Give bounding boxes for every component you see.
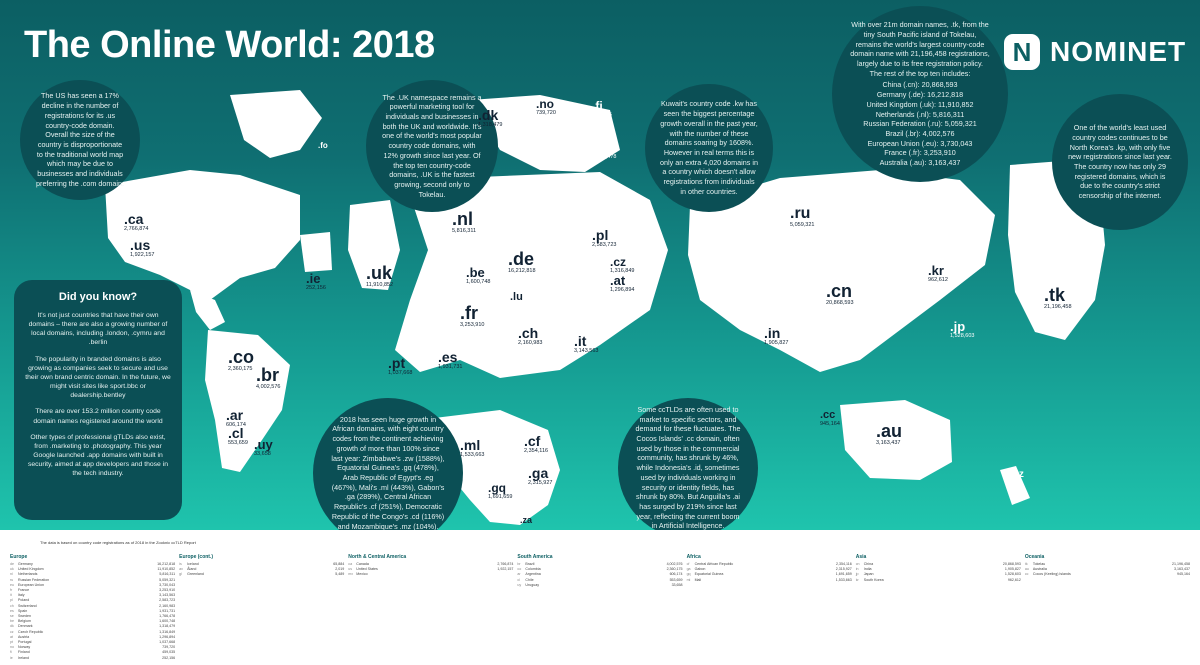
- table-column-heading: South America: [517, 554, 553, 560]
- table-column-heading: Asia: [855, 554, 867, 560]
- brand-name: NOMINET: [1050, 36, 1187, 67]
- table-row: cc Cocos (Keeling) Islands 945,164: [1025, 572, 1190, 577]
- table-cell: Mexico: [356, 572, 368, 577]
- table-column-heading: North & Central America: [348, 554, 407, 560]
- table-cell: ml: [686, 577, 691, 582]
- top-ten-item: Russian Federation (.ru): 5,059,321: [863, 119, 977, 129]
- table-column: North & Central America ca Canada 2,766,874…: [348, 554, 513, 662]
- table-column-heading: Oceania: [1024, 554, 1045, 560]
- page-title: The Online World: 2018: [24, 24, 435, 66]
- bubble-us-info: The US has seen a 17% decline in the num…: [20, 80, 140, 200]
- top-ten-item: Australia (.au): 3,163,437: [879, 158, 961, 168]
- bubble-uk-info: The .UK namespace remains a powerful mar…: [366, 80, 498, 212]
- table-column-heading: Africa: [686, 554, 701, 560]
- nominet-logo: N NOMINET: [1004, 34, 1186, 70]
- table-column-heading: Europe (cont.): [179, 554, 214, 560]
- table-cell: Mali: [694, 577, 702, 582]
- landmass-uk: [348, 200, 400, 290]
- landmass-new-zealand: [1000, 466, 1030, 505]
- table-cell: ie: [10, 655, 13, 660]
- table-cell: Ireland: [18, 655, 29, 660]
- map-poster: The Online World: 2018 N NOMINET The US …: [0, 0, 1200, 530]
- table-column: Europe de Germany 16,212,818 uk United Kingdo…: [10, 554, 175, 662]
- bubble-tk-info: With over 21m domain names, .tk, from th…: [832, 6, 1008, 182]
- top-ten-item: China (.cn): 20,868,593: [882, 80, 958, 90]
- did-you-know-paragraph: It's not just countries that have their …: [28, 311, 168, 347]
- landmass-greenland: [230, 90, 322, 158]
- table-column: Europe (cont.) is Iceland 65,884 ax Åland 2,01…: [179, 554, 344, 662]
- top-ten-item: European Union (.eu): 3,730,043: [867, 138, 973, 148]
- landmass-australia: [840, 400, 952, 480]
- table-column: Africa cf Central African Republic 2,354,11…: [687, 554, 852, 662]
- footnote: The data is based on country code regist…: [40, 540, 196, 545]
- table-cell: gl: [179, 572, 182, 577]
- table-cell: kr: [855, 577, 859, 582]
- table-column: South America br Brazil 4,002,576 co Colombia…: [517, 554, 682, 662]
- table-cell: 33,658: [671, 582, 683, 587]
- table-cell: [487, 572, 513, 577]
- bubble-cc-info: Some ccTLDs are often used to market to …: [618, 398, 758, 530]
- bubble-kw-info: Kuwait's country code .kw has seen the b…: [645, 84, 773, 212]
- bubble-africa-info: 2018 has seen huge growth in African dom…: [313, 398, 463, 530]
- table-row: ml Mali 1,533,663: [687, 578, 852, 583]
- table-cell: Greenland: [187, 572, 204, 577]
- landmass-south-america: [205, 330, 290, 472]
- table-row: gl Greenland 5,489: [179, 572, 344, 577]
- table-cell: 5,489: [335, 572, 345, 577]
- top-ten-item: United Kingdom (.uk): 11,910,852: [866, 99, 974, 109]
- table-cell: South Korea: [863, 577, 884, 582]
- top-ten-item: Netherlands (.nl): 5,816,311: [875, 109, 965, 119]
- table-column: Oceania tk Tokelau 21,196,458 au Australia 3,1…: [1025, 554, 1190, 662]
- landmass-ireland: [300, 232, 332, 272]
- table-column: Asia cn China 20,868,593 in India 1,905,827 jp J…: [856, 554, 1021, 662]
- table-cell: uy: [517, 582, 522, 587]
- table-cell: 1,533,663: [835, 577, 852, 582]
- country-code-table: Europe de Germany 16,212,818 uk United Kingdo…: [10, 554, 1190, 662]
- top-ten-list: China (.cn): 20,868,593 Germany (.de): 1…: [850, 80, 990, 167]
- did-you-know-panel: Did you know? It's not just countries th…: [14, 280, 182, 520]
- did-you-know-paragraph: The popularity in branded domains is als…: [25, 355, 171, 400]
- table-cell: Cocos (Keeling) Islands: [1032, 572, 1071, 577]
- table-cell: 962,612: [1007, 577, 1021, 582]
- top-ten-item: France (.fr): 3,253,910: [884, 148, 956, 158]
- bubble-kp-info: One of the world's least used country co…: [1052, 94, 1188, 230]
- table-cell: cc: [1024, 572, 1029, 577]
- table-cell: 252,156: [162, 655, 176, 660]
- table-row: uy Uruguay 33,658: [517, 583, 682, 588]
- nominet-mark-icon: N: [1004, 34, 1040, 70]
- table-row: ie Ireland 252,156: [10, 656, 175, 661]
- did-you-know-paragraph: There are over 153.2 million country cod…: [33, 408, 163, 425]
- did-you-know-heading: Did you know?: [58, 291, 138, 303]
- did-you-know-paragraph: Other types of professional gTLDs also e…: [27, 433, 169, 478]
- table-cell: Uruguay: [525, 582, 540, 587]
- table-cell: mx: [348, 572, 354, 577]
- table-cell: 945,164: [1176, 572, 1190, 577]
- table-column-heading: Europe: [10, 554, 28, 560]
- top-ten-item: Germany (.de): 16,212,818: [876, 90, 964, 100]
- table-row: mx Mexico: [348, 572, 513, 577]
- top-ten-item: Brazil (.br): 4,002,576: [885, 129, 955, 139]
- table-row: kr South Korea 962,612: [856, 578, 1021, 583]
